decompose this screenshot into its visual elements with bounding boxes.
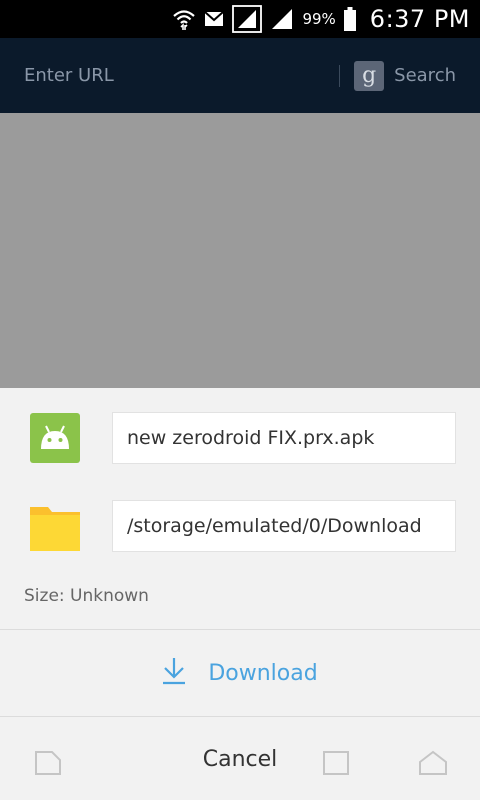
browser-toolbar: Enter URL g Search <box>0 38 480 113</box>
clock: 6:37 PM <box>369 5 470 33</box>
file-path-row: /storage/emulated/0/Download <box>30 500 456 552</box>
battery-percent: 99% <box>302 10 336 28</box>
tabs-nav-icon <box>322 750 350 780</box>
file-name-field[interactable]: new zerodroid FIX.prx.apk <box>112 412 456 464</box>
download-arrow-icon <box>162 657 186 689</box>
home-nav-icon <box>418 750 448 780</box>
page-content <box>0 113 480 388</box>
download-label: Download <box>208 660 318 686</box>
back-nav-icon <box>34 750 62 780</box>
cancel-button[interactable]: Cancel <box>0 718 480 800</box>
folder-icon[interactable] <box>30 501 80 551</box>
toolbar-divider <box>339 64 341 87</box>
signal-icon <box>232 5 263 33</box>
url-input[interactable]: Enter URL <box>24 65 339 86</box>
battery-icon <box>343 7 356 31</box>
download-button[interactable]: Download <box>0 630 480 716</box>
signal-icon-2 <box>270 7 294 31</box>
google-g-icon[interactable]: g <box>354 60 385 91</box>
file-path-field[interactable]: /storage/emulated/0/Download <box>112 500 456 552</box>
android-icon <box>30 413 80 463</box>
status-bar: 99% 6:37 PM <box>0 0 480 38</box>
download-dialog: new zerodroid FIX.prx.apk /storage/emula… <box>0 388 480 800</box>
wifi-icon <box>172 8 196 30</box>
mail-icon <box>204 11 225 27</box>
file-size-label: Size: Unknown <box>24 586 149 606</box>
search-button[interactable]: Search <box>394 65 456 86</box>
divider <box>0 716 480 717</box>
file-name-row: new zerodroid FIX.prx.apk <box>30 412 456 464</box>
